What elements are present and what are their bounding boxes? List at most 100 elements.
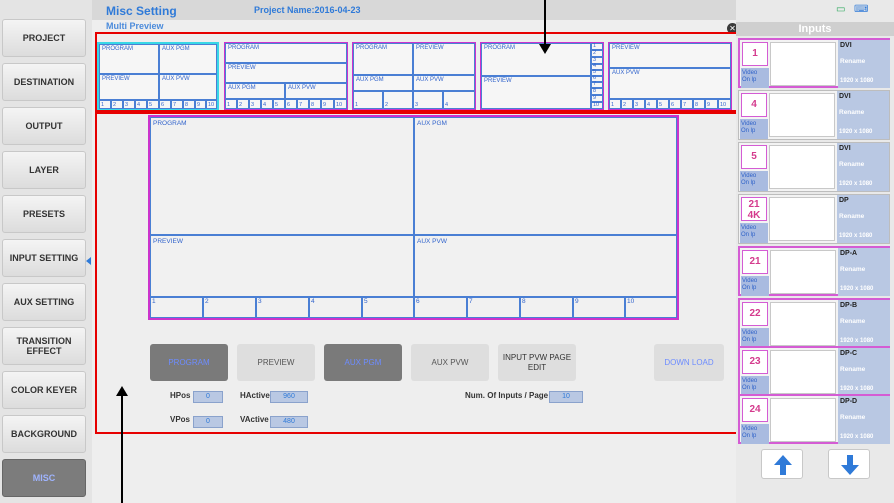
input-card[interactable]: 1 Video On lp DVI Rename 1920 x 1080	[738, 38, 890, 88]
scroll-up-button[interactable]	[761, 449, 803, 479]
page-title: Misc Setting	[106, 4, 177, 18]
preset-label: PROGRAM	[356, 45, 388, 51]
sidebar-item-background[interactable]: BACKGROUND	[2, 415, 86, 453]
preset-label: PROGRAM	[484, 45, 516, 51]
rename-link[interactable]: Rename	[840, 366, 865, 373]
layout-preset-5[interactable]: PREVIEW AUX PVW 1 2 3 4 5 6 7 8 9 10	[608, 42, 732, 110]
sidebar-item-misc[interactable]: MISC	[2, 459, 86, 497]
scroll-down-button[interactable]	[828, 449, 870, 479]
collapse-arrow-icon[interactable]	[86, 257, 91, 265]
vactive-field[interactable]: 480	[270, 416, 308, 428]
input-type: DP-D	[840, 398, 858, 405]
input-status: Video On lp	[740, 119, 768, 139]
sidebar-item-input-setting[interactable]: INPUT SETTING	[2, 239, 86, 277]
input-slot: 10	[627, 298, 635, 305]
input-resolution: 1920 x 1080	[840, 78, 874, 84]
arrow-up-icon	[774, 455, 792, 475]
input-card[interactable]: 24 Video On lp DP-D Rename 1920 x 1080	[738, 394, 890, 444]
sidebar-item-color-keyer[interactable]: COLOR KEYER	[2, 371, 86, 409]
sidebar-item-project[interactable]: PROJECT	[2, 19, 86, 57]
sidebar-item-presets[interactable]: PRESETS	[2, 195, 86, 233]
input-status: Video On lp	[741, 424, 769, 444]
preset-number: 1	[593, 43, 597, 49]
rename-link[interactable]: Rename	[840, 266, 865, 273]
layout-preset-2[interactable]: PROGRAM PREVIEW AUX PGM AUX PVW 1 2 3 4 …	[224, 42, 348, 110]
preset-number: 1	[101, 102, 105, 108]
input-number: 1	[742, 42, 768, 66]
preset-number: 5	[659, 102, 663, 108]
input-resolution: 1920 x 1080	[839, 181, 873, 187]
preset-number: 6	[287, 102, 291, 108]
preset-number: 4	[137, 102, 141, 108]
preset-number: 2	[593, 50, 597, 56]
input-number: 4	[741, 93, 767, 117]
program-button[interactable]: PROGRAM	[150, 344, 228, 381]
preset-number: 8	[593, 88, 597, 94]
layout-preset-3[interactable]: PROGRAM PREVIEW AUX PGM AUX PVW 1 2 3 4	[352, 42, 476, 110]
preset-label: AUX PVW	[416, 77, 444, 83]
input-status: Video On lp	[740, 223, 768, 243]
annotation-arrowhead-bottom	[116, 386, 128, 396]
input-card[interactable]: 23 Video On lp DP-C Rename 1920 x 1080	[738, 346, 890, 396]
aux-pvw-button[interactable]: AUX PVW	[411, 344, 489, 381]
region-label-program: PROGRAM	[153, 120, 187, 127]
preset-label: PREVIEW	[612, 45, 640, 51]
input-resolution: 1920 x 1080	[840, 434, 874, 440]
layout-preset-1[interactable]: PROGRAM AUX PGM PREVIEW AUX PVW 1 2 3 4 …	[97, 42, 219, 110]
preset-label: AUX PVW	[288, 85, 316, 91]
input-card[interactable]: 21 Video On lp DP-A Rename 1920 x 1080	[738, 246, 890, 296]
section-title: Multi Preview	[106, 21, 164, 31]
preset-number: 4	[263, 102, 267, 108]
inputs-title: Inputs	[798, 23, 832, 35]
input-card[interactable]: 22 Video On lp DP-B Rename 1920 x 1080	[738, 298, 890, 348]
layout-canvas[interactable]: PROGRAM AUX PGM PREVIEW AUX PVW 1 2 3 4 …	[148, 115, 679, 320]
input-number: 23	[742, 350, 768, 374]
preset-number: 4	[647, 102, 651, 108]
sidebar-item-output[interactable]: OUTPUT	[2, 107, 86, 145]
preset-label: PREVIEW	[416, 45, 444, 51]
input-thumbnail	[769, 93, 835, 137]
inputs-per-page-label: Num. Of Inputs / Page	[465, 391, 549, 400]
hpos-field[interactable]: 0	[193, 391, 223, 403]
input-slot: 5	[364, 298, 368, 305]
preset-number: 9	[593, 95, 597, 101]
aux-pgm-button[interactable]: AUX PGM	[324, 344, 402, 381]
vpos-field[interactable]: 0	[193, 416, 223, 428]
inputs-per-page-field[interactable]: 10	[549, 391, 583, 403]
annotation-arrow-top	[544, 0, 546, 48]
rename-link[interactable]: Rename	[839, 161, 864, 168]
sidebar-item-aux-setting[interactable]: AUX SETTING	[2, 283, 86, 321]
preview-button[interactable]: PREVIEW	[237, 344, 315, 381]
input-card[interactable]: 5 Video On lp DVI Rename 1920 x 1080	[738, 142, 890, 192]
sidebar-item-transition[interactable]: TRANSITION EFFECT	[2, 327, 86, 365]
rename-link[interactable]: Rename	[839, 109, 864, 116]
input-card[interactable]: 21 4K Video On lp DP Rename 1920 x 1080	[738, 194, 890, 244]
rename-link[interactable]: Rename	[840, 318, 865, 325]
download-button[interactable]: DOWN LOAD	[654, 344, 724, 381]
preset-number: 10	[208, 102, 215, 108]
input-card[interactable]: 4 Video On lp DVI Rename 1920 x 1080	[738, 90, 890, 140]
preset-label: AUX PGM	[228, 85, 256, 91]
window-icon[interactable]: ▭	[836, 4, 845, 15]
input-number: 21	[742, 250, 768, 274]
preset-number: 5	[275, 102, 279, 108]
input-slot: 4	[311, 298, 315, 305]
rename-link[interactable]: Rename	[840, 58, 865, 65]
input-thumbnail	[770, 350, 836, 394]
hactive-field[interactable]: 960	[270, 391, 308, 403]
input-pvw-page-edit-button[interactable]: INPUT PVW PAGE EDIT	[498, 344, 576, 381]
input-type: DP-C	[840, 350, 858, 357]
input-slot: 6	[416, 298, 420, 305]
vpos-label: VPos	[170, 415, 191, 424]
keyboard-icon[interactable]: ⌨	[854, 4, 868, 15]
preset-label: PREVIEW	[228, 65, 256, 71]
preset-label: PREVIEW	[102, 76, 130, 82]
rename-link[interactable]: Rename	[839, 213, 864, 220]
hactive-label: HActive	[240, 391, 270, 400]
input-type: DP-A	[840, 250, 858, 257]
rename-link[interactable]: Rename	[840, 414, 865, 421]
preset-label: AUX PGM	[356, 77, 384, 83]
sidebar-item-destination[interactable]: DESTINATION	[2, 63, 86, 101]
sidebar-item-layer[interactable]: LAYER	[2, 151, 86, 189]
preset-number: 6	[671, 102, 675, 108]
